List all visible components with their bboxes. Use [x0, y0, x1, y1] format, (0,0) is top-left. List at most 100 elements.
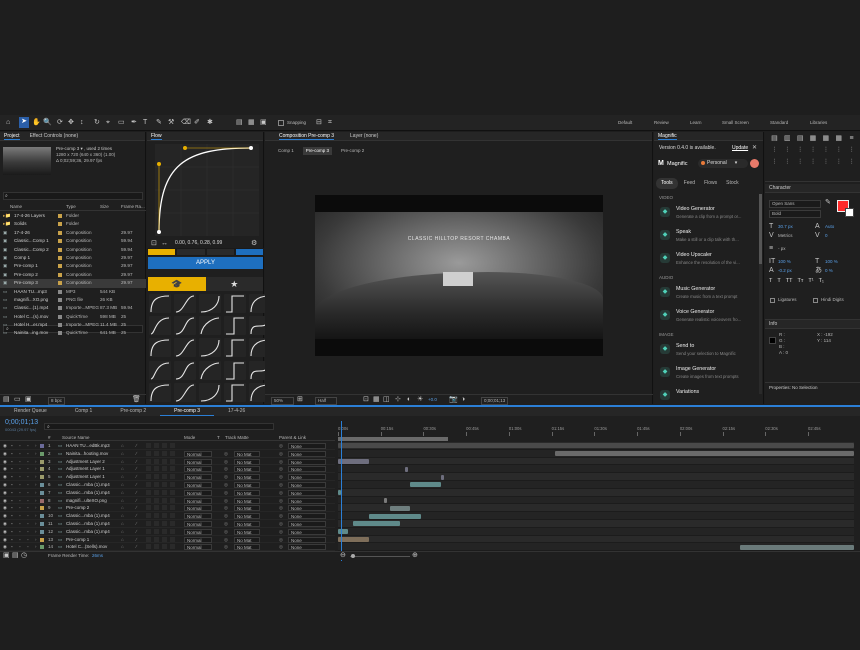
update-link[interactable]: Update [732, 145, 748, 151]
parent-pickwhip-icon[interactable]: ◎ [279, 458, 283, 466]
layer-row[interactable]: ◉ ▪ ▪ ▪ › 2 ▭ Nainita...hooting.mov ⌂ ∕ Normal ◎ No … [0, 450, 335, 458]
eye-icon[interactable]: ◉ [3, 458, 7, 466]
column-source-name[interactable]: Source Name [62, 435, 90, 441]
flow-preset-thumb[interactable] [174, 360, 196, 380]
expand-icon[interactable]: › [35, 458, 37, 466]
layer-row[interactable]: ◉ ▪ ▪ ▪ › 1 ▭ HAAN TU...edBk.mp3 ⌂ ∕ ◎ None [0, 442, 335, 450]
switch-icon[interactable]: ∕ [136, 504, 137, 512]
shy-icon[interactable]: ⌂ [121, 450, 124, 458]
new-comp-icon[interactable]: ▣ [25, 395, 32, 405]
color-mgmt-icon[interactable]: ◐ [407, 395, 411, 405]
switch-box[interactable] [146, 505, 151, 511]
label-color[interactable] [58, 272, 62, 277]
layer-row[interactable]: ◉ ▪ ▪ ▪ › 9 ▭ Pre-comp 2 ⌂ ∕ Normal ◎ No Mat ◎ None [0, 504, 335, 513]
lock-icon[interactable]: ▪ [27, 450, 29, 458]
tab-layer[interactable]: Layer (none) [350, 132, 378, 140]
switch-box[interactable] [170, 450, 175, 456]
flow-preset-thumb[interactable] [149, 316, 171, 336]
layer-label-color[interactable] [40, 459, 44, 464]
align-top-icon[interactable]: ▦ [808, 134, 819, 144]
brush-tool-icon[interactable]: ✎ [156, 118, 162, 128]
layer-label-color[interactable] [40, 490, 44, 495]
track-matte-select[interactable]: No Mat [234, 505, 260, 512]
flow-mode-yellow-button[interactable] [148, 249, 176, 255]
project-item[interactable]: ▸📁 17-4-26 Layers Folder [0, 212, 146, 220]
layer-duration-bar[interactable] [389, 505, 411, 511]
parent-pickwhip-icon[interactable]: ◎ [279, 536, 283, 544]
tab-project[interactable]: Project [4, 132, 20, 140]
layer-mode-select[interactable]: Normal [184, 505, 212, 512]
lock-icon[interactable]: ▪ [27, 497, 29, 505]
small-caps-icon[interactable]: Tт [797, 278, 803, 286]
layer-label-color[interactable] [40, 498, 44, 503]
layer-label-color[interactable] [40, 514, 44, 519]
switch-icon[interactable]: ∕ [136, 442, 137, 450]
align-icon[interactable]: ▤ [236, 118, 243, 128]
solo-icon[interactable]: ▪ [19, 458, 21, 466]
tab-presets[interactable]: 🎓 [148, 277, 206, 291]
audio-icon[interactable]: ▪ [11, 528, 13, 536]
shy-icon[interactable]: ⌂ [121, 481, 124, 489]
eraser-tool-icon[interactable]: ⌫ [181, 118, 191, 128]
layer-duration-bar[interactable] [405, 466, 409, 472]
expand-icon[interactable]: › [35, 489, 37, 497]
snapping-checkbox[interactable] [278, 120, 284, 126]
switch-box[interactable] [170, 482, 175, 487]
flow-curve-editor[interactable] [155, 144, 259, 236]
flow-preset-thumb[interactable] [149, 338, 171, 358]
zoom-slider[interactable] [350, 556, 410, 557]
track-matte-icon[interactable]: ◎ [224, 504, 228, 512]
align-center-icon[interactable]: ▥ [782, 134, 793, 144]
mask-visibility-icon[interactable]: ◫ [383, 395, 390, 405]
view-axis-icon[interactable]: ▣ [260, 118, 267, 128]
eye-icon[interactable]: ◉ [3, 512, 7, 520]
layer-row[interactable]: ◉ ▪ ▪ ▪ › 6 ▭ Classic...mba (1).mp4 ⌂ ∕ Normal ◎ No … [0, 481, 335, 489]
timeline-tab[interactable]: 17-4-26 [214, 407, 259, 416]
magnific-tool-item[interactable]: ◆ Variations [658, 387, 758, 404]
layer-duration-bar[interactable] [338, 529, 349, 535]
flow-preset-thumb[interactable] [174, 316, 196, 336]
project-item[interactable]: ▭ Hotel C...(s).mov QuickTime 598 MB 25 [0, 313, 146, 321]
track-matte-icon[interactable]: ◎ [224, 458, 228, 466]
switch-icon[interactable]: ∕ [136, 473, 137, 481]
layer-row[interactable]: ◉ ▪ ▪ ▪ › 8 ▭ magnifi...ulteXO.png ⌂ ∕ Normal ◎ No M… [0, 497, 335, 505]
distribute-11-icon[interactable]: ⫶ [808, 158, 819, 168]
magnific-tool-item[interactable]: ◆ Speak Make a still or a clip talk with t… [658, 227, 758, 247]
toggle-switches-icon[interactable]: ▣ [3, 551, 10, 561]
parent-select[interactable]: None [288, 521, 326, 527]
distribute-10-icon[interactable]: ⫶ [795, 158, 806, 168]
puppet-tool-icon[interactable]: ✱ [207, 118, 213, 128]
time-ruler[interactable]: 0:00s 00:15s 00:30s 00:45s 01:00s 01:15s 01:30… [338, 422, 854, 442]
magnific-tool-item[interactable]: ◆ Music Generator Create music from a text… [658, 284, 758, 304]
solo-icon[interactable]: ▪ [19, 528, 21, 536]
audio-icon[interactable]: ▪ [11, 473, 13, 481]
project-item[interactable]: ▣ Comp 1 Composition 29.97 [0, 254, 146, 262]
switch-box[interactable] [170, 474, 175, 480]
font-family-select[interactable]: Open Sans [769, 200, 821, 208]
layer-label-color[interactable] [40, 506, 44, 511]
shy-icon[interactable]: ⌂ [121, 473, 124, 481]
baseline-shift-value[interactable]: -0.2 px [778, 268, 792, 274]
workspace-small-screen[interactable]: Small Screen [722, 120, 749, 126]
tab-feed[interactable]: Feed [681, 178, 698, 189]
audio-icon[interactable]: ▪ [11, 512, 13, 520]
switch-box[interactable] [170, 513, 175, 519]
audio-icon[interactable]: ▪ [11, 497, 13, 505]
label-color[interactable] [58, 230, 62, 235]
align-bottom-icon[interactable]: ▦ [833, 134, 844, 144]
track-matte-select[interactable]: No Mat [234, 450, 260, 457]
switch-box[interactable] [162, 505, 167, 511]
subscript-icon[interactable]: T₁ [819, 278, 824, 286]
eye-icon[interactable]: ◉ [3, 520, 7, 528]
zoom-select[interactable]: 50% [271, 397, 295, 405]
label-color[interactable] [58, 222, 62, 227]
magnific-scrollbar[interactable] [759, 194, 762, 394]
track-matte-icon[interactable]: ◎ [224, 512, 228, 520]
parent-select[interactable]: None [288, 536, 326, 543]
switch-box[interactable] [146, 474, 151, 480]
layer-row[interactable]: ◉ ▪ ▪ ▪ › 4 ▭ Adjustment Layer 1 ⌂ ∕ Normal ◎ No Mat… [0, 465, 335, 474]
eye-icon[interactable]: ◉ [3, 481, 7, 489]
track-matte-select[interactable]: No Mat [234, 528, 260, 535]
magnific-tool-item[interactable]: ◆ Video Generator Generate a clip from a p… [658, 204, 758, 224]
layer-label-color[interactable] [40, 545, 44, 550]
